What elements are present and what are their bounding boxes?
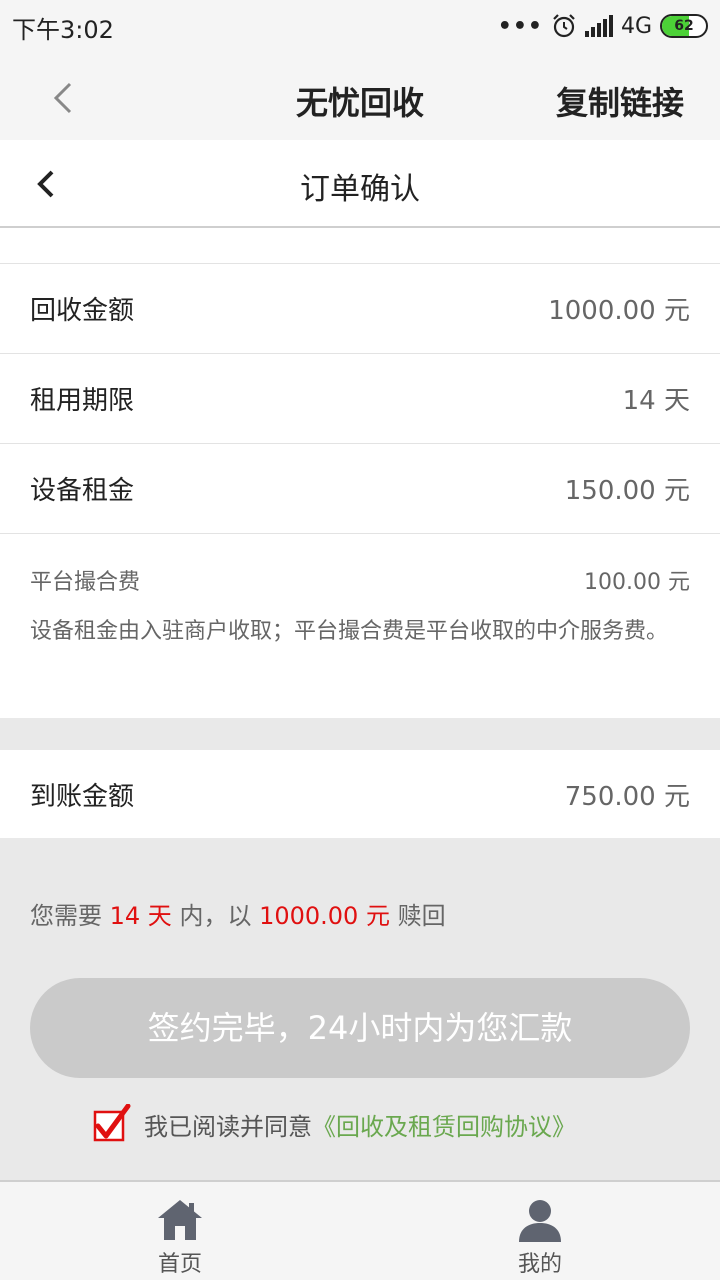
more-dots-icon: ••• [497, 13, 543, 39]
sign-submit-button[interactable]: 签约完毕，24小时内为您汇款 [30, 978, 690, 1078]
order-row-device-rent: 设备租金 150.00 元 [0, 443, 720, 533]
status-icons: ••• 4G 62 [498, 12, 708, 40]
redeem-amount: 1000.00 元 [259, 902, 390, 930]
agreement-checkbox[interactable] [92, 1104, 132, 1144]
tab-label: 我的 [517, 1252, 562, 1277]
alarm-icon [553, 14, 575, 38]
order-row-value: 1000.00 元 [548, 296, 690, 326]
page-header: 订单确认 [0, 140, 720, 228]
tab-mine[interactable]: 我的 [360, 1182, 720, 1280]
redeem-suffix: 赎回 [389, 902, 446, 930]
tab-home[interactable]: 首页 [0, 1182, 360, 1280]
order-row-label: 回收金额 [30, 296, 135, 326]
platform-fee-label: 平台撮合费 [30, 570, 141, 595]
platform-fee-note: 设备租金由入驻商户收取；平台撮合费是平台收取的中介服务费。 [30, 619, 669, 644]
user-icon [519, 1200, 561, 1242]
page-title: 订单确认 [300, 172, 420, 207]
status-time: 下午3:02 [12, 16, 114, 44]
agreement-row: 我已阅读并同意 《回收及租赁回购协议》 [92, 1102, 576, 1146]
redeem-prefix: 您需要 [30, 902, 110, 930]
home-icon [158, 1200, 202, 1240]
signal-icon [584, 15, 613, 37]
network-type: 4G [620, 13, 652, 39]
platform-fee-value: 100.00 元 [584, 570, 690, 595]
tab-label: 首页 [157, 1252, 202, 1277]
order-row-recycle-amount: 回收金额 1000.00 元 [0, 263, 720, 353]
tab-bar: 首页 我的 [0, 1180, 720, 1280]
settlement-label: 到账金额 [30, 782, 135, 812]
redeem-days: 14 天 [109, 902, 172, 930]
battery-icon: 62 [660, 14, 708, 38]
order-row-value: 14 天 [622, 386, 690, 416]
status-bar: 下午3:02 ••• 4G 62 [0, 0, 720, 56]
redeem-middle: 内，以 [171, 902, 260, 930]
agreement-link[interactable]: 《回收及租赁回购协议》 [312, 1107, 576, 1142]
settlement-value: 750.00 元 [564, 782, 690, 812]
agreement-text: 我已阅读并同意 [144, 1112, 312, 1141]
redeem-notice: 您需要 14 天 内，以 1000.00 元 赎回 [30, 896, 446, 931]
settlement-row: 到账金额 750.00 元 [0, 750, 720, 838]
platform-fee-section: 平台撮合费 100.00 元 设备租金由入驻商户收取；平台撮合费是平台收取的中介… [0, 533, 720, 718]
order-row-value: 150.00 元 [564, 476, 690, 506]
battery-percent: 62 [674, 18, 694, 34]
order-row-label: 租用期限 [30, 386, 135, 416]
app-bar: 无忧回收 复制链接 [0, 56, 720, 140]
copy-link-button[interactable]: 复制链接 [556, 78, 684, 124]
order-row-label: 设备租金 [30, 476, 135, 506]
order-row-rental-term: 租用期限 14 天 [0, 353, 720, 443]
